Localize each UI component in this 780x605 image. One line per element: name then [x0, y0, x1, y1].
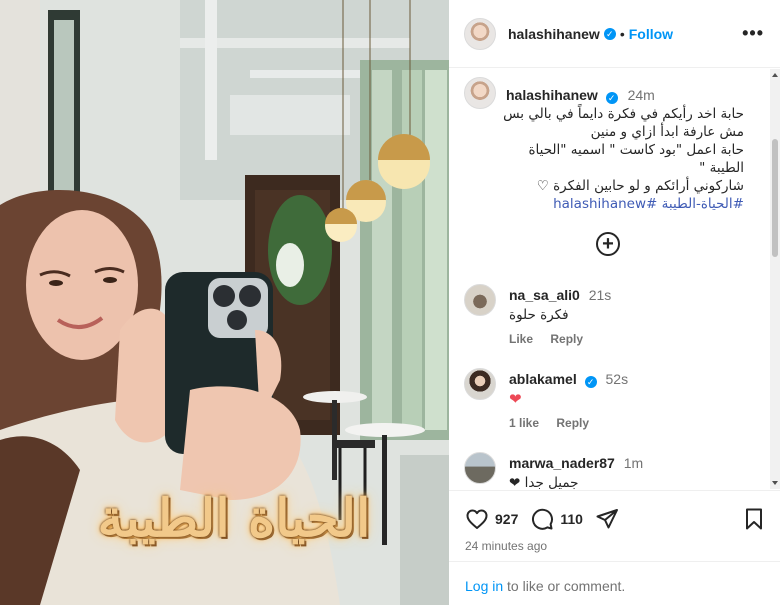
author-info: halashihanew ✓ • Follow — [508, 26, 673, 42]
more-options-icon[interactable]: ••• — [742, 24, 764, 42]
comment-reply-button[interactable]: Reply — [550, 332, 583, 346]
caption-line: حابة اعمل "بود كاست " اسميه "الحياة — [528, 142, 744, 158]
comments-scrollbar[interactable] — [770, 69, 780, 489]
scroll-up-arrow-icon[interactable] — [772, 73, 778, 77]
comment-bubble-icon[interactable] — [530, 507, 554, 531]
comment-header: na_sa_ali0 21s — [509, 287, 611, 303]
commenter-avatar[interactable] — [464, 452, 496, 484]
comment-actions: Like Reply — [509, 332, 597, 346]
author-avatar[interactable] — [464, 17, 496, 50]
overlay-title-text: الحياة الطيبة — [97, 488, 371, 549]
comment-item: ablakamel ✓ 52s ❤ 1 like Reply — [464, 368, 764, 448]
comment-text-heart-icon: ❤ — [509, 390, 522, 408]
save-bookmark-icon[interactable] — [742, 507, 766, 531]
author-username[interactable]: halashihanew — [508, 26, 600, 42]
post-photo[interactable]: الحياة الطيبة — [0, 0, 449, 605]
separator-dot: • — [619, 25, 625, 42]
load-more-comments-button[interactable]: + — [596, 232, 620, 256]
caption-line: الطيبة " — [699, 160, 744, 176]
comment-text: جميل جدا ❤ — [509, 475, 579, 489]
commenter-username[interactable]: na_sa_ali0 — [509, 287, 580, 303]
comment-like-count[interactable]: 1 like — [509, 416, 539, 430]
hashtag-link[interactable]: #الحياة-الطيبة — [662, 196, 744, 212]
comments-count[interactable]: 110 — [560, 511, 583, 527]
caption-line: شاركوني أرائكم و لو حابين الفكرة ♡ — [536, 178, 744, 194]
comment-actions: 1 like Reply — [509, 416, 603, 430]
login-prompt-text: to like or comment. — [503, 578, 626, 594]
commenter-avatar[interactable] — [464, 368, 496, 400]
comment-time[interactable]: 1m — [624, 455, 643, 471]
caption-time[interactable]: 24m — [628, 87, 655, 103]
share-send-icon[interactable] — [595, 507, 619, 531]
post-details-panel: halashihanew ✓ • Follow ••• halashihanew… — [449, 0, 780, 605]
caption-line: مش عارفة ابدأ ازاي و منين — [590, 124, 744, 140]
action-icons-row: 927 110 — [465, 507, 619, 531]
caption-text: حابة اخد رأيكم في فكرة دايماً في بالي بس… — [464, 105, 744, 213]
caption-hashtags: #الحياة-الطيبة #halashihanew — [464, 195, 744, 213]
comment-header: marwa_nader87 1m — [509, 455, 643, 471]
login-prompt: Log in to like or comment. — [449, 561, 780, 605]
commenter-avatar[interactable] — [464, 284, 496, 316]
comment-item: marwa_nader87 1m جميل جدا ❤ — [464, 452, 764, 489]
caption-header: halashihanew ✓ 24m — [506, 87, 655, 104]
hashtag-link[interactable]: #halashihanew — [553, 196, 657, 212]
scrollbar-thumb[interactable] — [772, 139, 778, 257]
verified-badge-icon: ✓ — [605, 92, 618, 104]
scroll-down-arrow-icon[interactable] — [772, 481, 778, 485]
comment-header: ablakamel ✓ 52s — [509, 371, 628, 388]
caption-line: حابة اخد رأيكم في فكرة دايماً في بالي بس — [503, 106, 744, 122]
commenter-username[interactable]: ablakamel — [509, 371, 577, 387]
posted-time[interactable]: 24 minutes ago — [465, 539, 547, 553]
likes-count[interactable]: 927 — [495, 511, 518, 527]
comment-text: فكرة حلوة — [509, 307, 569, 323]
comments-list[interactable]: halashihanew ✓ 24m حابة اخد رأيكم في فكر… — [449, 69, 770, 489]
login-link[interactable]: Log in — [465, 578, 503, 594]
comment-time[interactable]: 21s — [589, 287, 612, 303]
comment-item: na_sa_ali0 21s فكرة حلوة Like Reply — [464, 284, 764, 364]
comment-like-button[interactable]: Like — [509, 332, 533, 346]
post-actions-bar: 927 110 24 minutes ago Log in to like or… — [449, 490, 780, 605]
follow-button[interactable]: Follow — [629, 26, 673, 42]
caption-author-username[interactable]: halashihanew — [506, 87, 598, 103]
verified-badge-icon: ✓ — [584, 376, 597, 388]
comment-time[interactable]: 52s — [606, 371, 629, 387]
commenter-username[interactable]: marwa_nader87 — [509, 455, 615, 471]
verified-badge-icon: ✓ — [603, 27, 616, 40]
comment-reply-button[interactable]: Reply — [556, 416, 589, 430]
post-header: halashihanew ✓ • Follow ••• — [449, 0, 780, 68]
like-heart-icon[interactable] — [465, 507, 489, 531]
